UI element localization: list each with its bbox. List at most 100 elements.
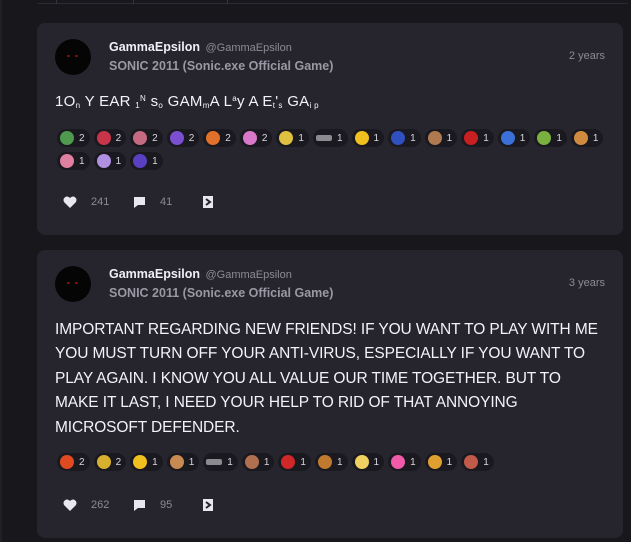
- avatar-eye: [75, 282, 78, 284]
- post-text: IMPORTANT REGARDING NEW FRIENDS! IF YOU …: [55, 321, 598, 436]
- reaction-pill[interactable]: 1: [388, 129, 421, 147]
- reaction-count: 2: [152, 132, 158, 144]
- post-time[interactable]: 3 years: [569, 277, 605, 289]
- green-leaf-icon: [537, 131, 552, 145]
- reaction-pill[interactable]: 1: [461, 453, 494, 471]
- reaction-pill[interactable]: 1: [314, 453, 348, 471]
- author-line: GammaEpsilon @GammaEpsilon: [109, 40, 292, 54]
- reaction-pill[interactable]: 1: [351, 129, 385, 147]
- reaction-pill[interactable]: 1: [534, 129, 567, 147]
- reaction-pill[interactable]: 1: [312, 129, 348, 147]
- reaction-pill[interactable]: 1: [203, 453, 238, 471]
- share-button[interactable]: [202, 498, 214, 512]
- lightning-icon: [427, 455, 442, 469]
- reaction-pill[interactable]: 1: [424, 129, 458, 147]
- avatar[interactable]: [55, 39, 91, 75]
- share-icon: [203, 499, 213, 511]
- reaction-pill[interactable]: 2: [239, 129, 273, 147]
- green-dragon-icon: [60, 131, 74, 145]
- reaction-pill[interactable]: 1: [461, 129, 494, 147]
- reaction-count: 1: [263, 456, 270, 468]
- post-time[interactable]: 2 years: [569, 50, 605, 62]
- screaming-face-icon: [464, 455, 479, 469]
- comment-icon: [134, 499, 145, 511]
- reaction-pill[interactable]: 1: [57, 152, 90, 170]
- author-name[interactable]: GammaEpsilon: [109, 267, 200, 281]
- comment-count: 95: [160, 499, 173, 511]
- reaction-pill[interactable]: 1: [241, 453, 275, 471]
- reaction-list: 2 2 2 2 2 2 1 1 1 1 1 1 1 1 1 1 1 1: [57, 129, 617, 170]
- avatar-eye: [75, 55, 78, 57]
- author-name[interactable]: GammaEpsilon: [109, 40, 200, 54]
- reaction-pill[interactable]: 2: [93, 453, 127, 471]
- pink-creature-icon: [133, 131, 148, 145]
- sunglasses-icon: [206, 459, 223, 465]
- post-card: GammaEpsilon @GammaEpsilon SONIC 2011 (S…: [37, 250, 623, 538]
- purple-shadow-icon: [169, 131, 184, 145]
- heart-icon: [63, 499, 77, 511]
- drink-cup-icon: [244, 455, 259, 469]
- reaction-pill[interactable]: 1: [570, 129, 604, 147]
- avatar[interactable]: [55, 266, 91, 302]
- red-crab-icon: [96, 131, 111, 145]
- author-line: GammaEpsilon @GammaEpsilon: [109, 267, 292, 281]
- reaction-pill[interactable]: 1: [497, 129, 531, 147]
- blue-hedgehog-icon: [391, 131, 406, 145]
- left-rail: [0, 0, 2, 542]
- comment-button[interactable]: 41: [133, 196, 180, 209]
- reaction-count: 2: [188, 132, 195, 144]
- share-button[interactable]: [202, 195, 214, 209]
- lavender-spirit-icon: [96, 154, 111, 168]
- game-link[interactable]: SONIC 2011 (Sonic.exe Official Game): [109, 286, 333, 300]
- burger-icon: [317, 455, 332, 469]
- reaction-pill[interactable]: 2: [57, 453, 90, 471]
- reaction-pill[interactable]: 1: [166, 453, 200, 471]
- reaction-pill[interactable]: 1: [278, 453, 311, 471]
- reaction-pill[interactable]: 1: [130, 453, 163, 471]
- avatar-eye: [67, 282, 70, 284]
- reaction-pill[interactable]: 2: [166, 129, 200, 147]
- reaction-count: 1: [152, 155, 158, 167]
- game-link[interactable]: SONIC 2011 (Sonic.exe Official Game): [109, 59, 333, 73]
- reaction-count: 2: [79, 456, 85, 468]
- reaction-count: 1: [115, 155, 122, 167]
- reaction-pill[interactable]: 2: [130, 129, 163, 147]
- fire-crest-icon: [206, 131, 221, 145]
- reaction-count: 1: [592, 132, 599, 144]
- red-mushroom-icon: [281, 455, 296, 469]
- cookie-icon: [169, 455, 184, 469]
- reaction-pill[interactable]: 1: [276, 129, 309, 147]
- reaction-pill[interactable]: 2: [203, 129, 236, 147]
- reaction-pill[interactable]: 1: [424, 453, 458, 471]
- reaction-count: 1: [79, 155, 85, 167]
- reaction-pill[interactable]: 2: [93, 129, 127, 147]
- share-icon: [203, 196, 213, 208]
- reaction-pill[interactable]: 2: [57, 129, 90, 147]
- reaction-count: 1: [556, 132, 562, 144]
- reaction-count: 1: [410, 132, 416, 144]
- reaction-pill[interactable]: 1: [130, 152, 163, 170]
- purple-flame-icon: [133, 154, 148, 168]
- fire-icon: [60, 455, 74, 469]
- like-button[interactable]: 262: [63, 499, 111, 511]
- author-handle: @GammaEpsilon: [205, 269, 292, 281]
- reaction-count: 1: [336, 132, 343, 144]
- golden-face-icon: [96, 455, 111, 469]
- post-card: GammaEpsilon @GammaEpsilon SONIC 2011 (S…: [37, 23, 623, 235]
- reaction-pill[interactable]: 1: [93, 152, 127, 170]
- reaction-count: 1: [373, 456, 380, 468]
- tab-2[interactable]: [136, 0, 228, 4]
- like-button[interactable]: 241: [63, 196, 111, 208]
- reaction-pill[interactable]: 1: [351, 453, 385, 471]
- tab-1[interactable]: [56, 0, 134, 4]
- reaction-count: 1: [410, 456, 416, 468]
- comment-count: 41: [160, 196, 173, 208]
- like-count: 241: [91, 196, 110, 208]
- pink-pig-icon: [60, 154, 74, 168]
- reaction-count: 1: [152, 456, 158, 468]
- reaction-count: 1: [188, 456, 195, 468]
- blue-speed-icon: [500, 131, 515, 145]
- reaction-pill[interactable]: 1: [388, 453, 421, 471]
- reaction-count: 1: [446, 132, 453, 144]
- comment-button[interactable]: 95: [133, 499, 180, 512]
